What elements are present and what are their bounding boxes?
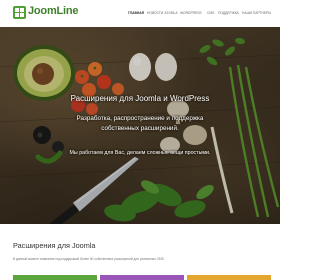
hero-subtitle: Разработка, распространение и поддержка … — [76, 115, 204, 132]
hero-banner: Расширения для Joomla и WordPress Разраб… — [0, 27, 280, 224]
logo-text: JoomLine — [28, 5, 79, 17]
extension-card-purple[interactable] — [100, 275, 184, 280]
nav-item-joomla[interactable]: JOOMLA — [164, 11, 178, 15]
hero-tagline: Мы работаем для Вас, делаем сложные вещи… — [69, 150, 211, 156]
section-title: Расширения для Joomla — [13, 241, 96, 250]
hero-text-block: Расширения для Joomla и WordPress Разраб… — [0, 27, 280, 224]
hero-title: Расширения для Joomla и WordPress — [70, 94, 210, 103]
main-nav: ГЛАВНАЯ НОВОСТИ JOOMLA WORDPRESS CMS ПОД… — [124, 11, 278, 19]
nav-item-news[interactable]: НОВОСТИ — [147, 11, 163, 15]
nav-item-partners[interactable]: НАШИ ПАРТНЕРЫ — [242, 11, 271, 15]
section-description: В данный момент компания под поддержкой … — [13, 257, 165, 261]
extension-card-orange[interactable] — [187, 275, 271, 280]
nav-item-cms[interactable]: CMS — [207, 11, 214, 15]
site-header: JoomLine ГЛАВНАЯ НОВОСТИ JOOMLA WORDPRES… — [0, 0, 280, 27]
logo-icon — [13, 6, 26, 19]
nav-item-home[interactable]: ГЛАВНАЯ — [128, 11, 144, 15]
nav-item-support[interactable]: ПОДДЕРЖКА — [218, 11, 239, 15]
nav-item-wordpress[interactable]: WORDPRESS — [180, 11, 202, 15]
extension-card-green[interactable] — [13, 275, 97, 280]
site-logo[interactable]: JoomLine — [13, 5, 83, 22]
